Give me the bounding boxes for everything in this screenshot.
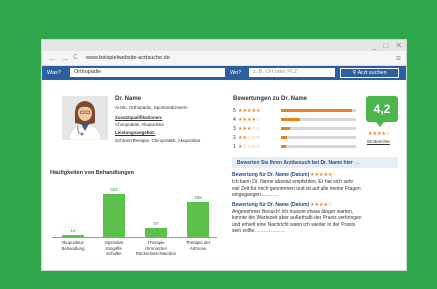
forward-arrow-icon[interactable]: →: [60, 52, 69, 64]
rating-row-label: 3: [233, 126, 236, 132]
review-cta-text[interactable]: Bewerten Sie Ihren Arztbesuch bei Dr. Na…: [237, 160, 359, 166]
chart-axis: [52, 237, 217, 238]
rating-bar-track: [281, 145, 356, 148]
browser-window: _ □ ✕ ← → C www.beispielwebsite-arztsuch…: [42, 40, 406, 270]
review-title: Bewertung für Dr. Name (Datum): [232, 172, 310, 178]
rating-row-label: 1: [233, 144, 236, 150]
close-icon[interactable]: ✕: [395, 40, 402, 51]
chart-bar: [103, 194, 125, 237]
rating-row-stars: ★★★★★: [238, 108, 261, 114]
rating-bar-track: [281, 109, 356, 112]
rating-row-stars: ★☆☆☆☆: [238, 144, 261, 150]
rating-row-label: 5: [233, 108, 236, 114]
magnifier-icon: ⚲: [352, 70, 357, 76]
reports-link[interactable]: 56 Berichte: [367, 139, 390, 144]
rating-bar-track: [281, 127, 356, 130]
address-bar[interactable]: www.beispielwebsite-arztsuche.de: [86, 55, 170, 61]
was-label: Was?: [47, 70, 61, 76]
rating-row-stars: ★★☆☆☆: [238, 135, 261, 141]
window-controls: _ □ ✕: [372, 40, 402, 51]
chart-bar: [145, 228, 167, 237]
chart-value-label: 324: [110, 187, 118, 192]
review-stars: ★★★★☆: [310, 201, 333, 208]
chart-title: Häufigkeiten von Behandlungen: [50, 170, 135, 176]
doctor-avatar: [62, 96, 108, 140]
rating-row-stars: ★★★★☆: [238, 117, 261, 123]
search-button[interactable]: ⚲ Arzt suchen: [340, 68, 399, 78]
review-text-line: viel Zeit für mich genommen und ist auf …: [232, 185, 361, 192]
wo-label: Wo?: [230, 70, 242, 76]
services-label: Leistungsangebot:: [115, 130, 156, 135]
ratings-heading: Bewertungen zu Dr. Name: [233, 96, 308, 102]
was-input[interactable]: Orthopädie: [70, 68, 225, 77]
rating-row-stars: ★★★☆☆: [238, 126, 261, 132]
score-bubble: 4,2: [366, 96, 398, 122]
chart-value-label: 12: [70, 228, 76, 234]
review-text-line: Ich kann Dr. Name absolut empfehlen. Er …: [232, 179, 354, 185]
chart-value-label: 265: [194, 194, 202, 200]
rating-bar-fill: [281, 127, 290, 130]
chart-value-label: 67: [153, 221, 159, 227]
navigation-bar: ← → C www.beispielwebsite-arztsuche.de ≡: [42, 51, 406, 66]
title-bar: _ □ ✕: [42, 40, 406, 51]
review-stars: ★★★★★: [310, 172, 333, 178]
wo-input[interactable]: z. B. Ort oder PLZ: [249, 68, 335, 77]
search-button-label: Arzt suchen: [357, 70, 387, 76]
chart-category-label: Arthrose: [189, 245, 207, 251]
score-stars: ★★★★☆: [368, 131, 391, 137]
score-bubble-tail: [376, 122, 384, 127]
review-text-line: Angenehmer Besuch! Ich musste etwas läng…: [232, 208, 354, 215]
rating-bar-fill: [281, 145, 286, 148]
reload-icon[interactable]: C: [73, 52, 78, 64]
review-cta-box[interactable]: Bewerten Sie Ihren Arztbesuch bei Dr. Na…: [232, 157, 398, 168]
qualification-value: Chiropraktik, Akupunktur: [115, 122, 165, 127]
minimize-icon[interactable]: _: [372, 40, 376, 51]
rating-row-label: 2: [233, 135, 236, 141]
rating-bar-fill: [281, 118, 300, 121]
chart-bar: [62, 235, 84, 237]
chart-category-label: Rückenbeschwerden: [135, 251, 177, 256]
doctor-name: Dr. Name: [115, 96, 142, 102]
services-value: Schmerztherapie, Chiropraktik, Akupunktu…: [115, 138, 201, 143]
review-title: Bewertung für Dr. Name (Datum): [232, 201, 310, 208]
review-text-line: eingegangen………..: [232, 192, 279, 198]
maximize-icon[interactable]: □: [383, 40, 388, 51]
search-bar: Was? Orthopädie Wo? z. B. Ort oder PLZ ⚲…: [42, 66, 406, 80]
rating-bar-track: [281, 136, 356, 139]
rating-bar-fill: [281, 136, 287, 139]
review-text-line: und erhielt eine Nachricht wann ich wied…: [232, 221, 356, 228]
doctor-specialties: Ärztin, Orthopädin, Sportmedizinerin: [115, 105, 188, 110]
chart-bar: [187, 201, 209, 237]
rating-bar-fill: [281, 109, 353, 112]
review-text-line: konnte die Wartezeit aber außerhalb der …: [232, 215, 362, 221]
review-text-line: sein sollte. ……………..: [232, 228, 285, 234]
menu-icon[interactable]: ≡: [396, 52, 401, 64]
back-arrow-icon[interactable]: ←: [48, 52, 57, 64]
chart-category-label: Therapie der: [185, 240, 211, 245]
rating-bar-track: [281, 118, 356, 121]
rating-row-label: 4: [233, 117, 236, 123]
qualification-label: Zusatzqualifikationen:: [115, 115, 163, 120]
